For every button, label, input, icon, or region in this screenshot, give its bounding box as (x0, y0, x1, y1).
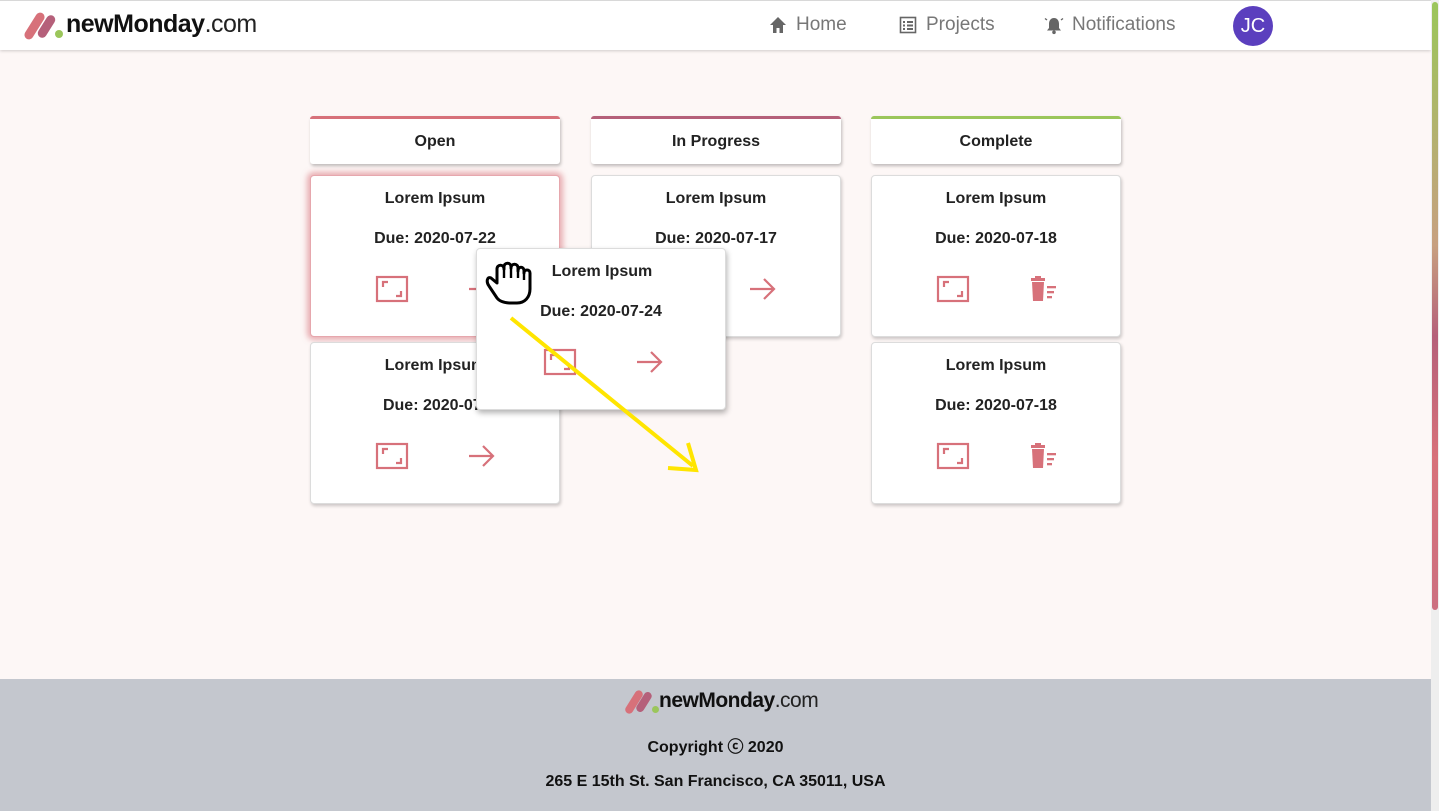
expand-icon (375, 275, 409, 303)
task-title: Lorem Ipsum (384, 190, 486, 207)
move-forward-button[interactable] (633, 347, 667, 377)
address-text: 265 E 15th St. San Francisco, CA 35011, … (545, 773, 886, 790)
column-header-complete: Complete (871, 116, 1121, 164)
column-header-open: Open (310, 116, 560, 164)
task-title: Lorem Ipsum (665, 190, 767, 207)
task-card[interactable]: Lorem Ipsum Due: 2020-07-18 (871, 175, 1121, 337)
copyright-text: Copyright ⓒ 2020 (647, 739, 784, 756)
arrow-right-icon (750, 278, 776, 300)
task-due-date: Due: 2020-07-18 (935, 230, 1057, 247)
nav-projects[interactable]: Projects (898, 14, 995, 36)
nav-home[interactable]: Home (768, 14, 847, 36)
nav-home-label: Home (796, 14, 847, 35)
task-due-date: Due: 2020-07-22 (374, 230, 496, 247)
expand-button[interactable] (375, 274, 409, 304)
task-title: Lorem Ipsum (945, 357, 1047, 374)
footer-brand-name: newMonday.com (659, 689, 819, 712)
user-avatar[interactable]: JC (1233, 6, 1273, 46)
expand-icon (936, 442, 970, 470)
page-footer: newMonday.com Copyright ⓒ 2020 265 E 15t… (0, 679, 1431, 811)
grab-hand-icon (485, 261, 532, 305)
expand-icon (543, 348, 577, 376)
logo-mark-icon (22, 9, 66, 42)
expand-icon (936, 275, 970, 303)
column-header-in-progress: In Progress (591, 116, 841, 164)
trash-icon (1031, 443, 1056, 468)
nav-projects-label: Projects (926, 14, 995, 35)
move-forward-button[interactable] (465, 441, 499, 471)
logo-mark-icon (623, 688, 659, 716)
task-due-date: Due: 2020-07-17 (655, 230, 777, 247)
task-card[interactable]: Lorem Ipsum Due: 2020-07-18 (871, 342, 1121, 504)
bell-icon (1044, 17, 1064, 35)
scrollbar-thumb[interactable] (1432, 2, 1438, 610)
expand-icon (375, 442, 409, 470)
arrow-right-icon (637, 351, 663, 373)
task-due-date: Due: 2020-07-18 (935, 397, 1057, 414)
expand-button[interactable] (543, 347, 577, 377)
move-forward-button[interactable] (746, 274, 780, 304)
footer-logo[interactable]: newMonday.com (623, 688, 819, 716)
brand-name: newMonday.com (66, 10, 257, 38)
expand-button[interactable] (936, 274, 970, 304)
list-icon (899, 16, 917, 34)
top-navbar: newMonday.com Home Projects Notification… (0, 0, 1431, 50)
nav-notifications[interactable]: Notifications (1044, 14, 1176, 36)
trash-icon (1031, 276, 1056, 301)
arrow-right-icon (469, 445, 495, 467)
task-title: Lorem Ipsum (945, 190, 1047, 207)
expand-button[interactable] (375, 441, 409, 471)
expand-button[interactable] (936, 441, 970, 471)
nav-notifications-label: Notifications (1072, 14, 1176, 35)
home-icon (770, 17, 786, 33)
page-scrollbar[interactable] (1431, 0, 1439, 811)
brand-logo[interactable]: newMonday.com (22, 9, 257, 42)
delete-button[interactable] (1026, 441, 1060, 471)
delete-button[interactable] (1026, 274, 1060, 304)
